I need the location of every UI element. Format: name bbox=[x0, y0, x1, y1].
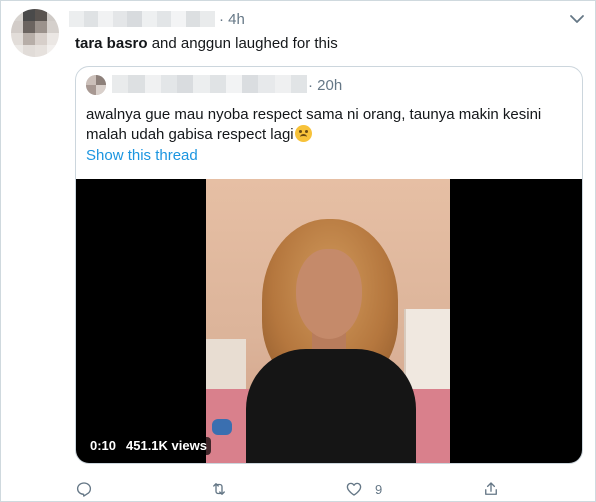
tweet-timestamp[interactable]: · 4h bbox=[219, 11, 245, 28]
video-frame bbox=[206, 179, 450, 463]
like-count: 9 bbox=[375, 481, 383, 497]
social-context-text: and anggun laughed for this bbox=[147, 35, 338, 52]
like-icon bbox=[346, 482, 362, 496]
retweet-button[interactable] bbox=[208, 479, 230, 499]
quoted-tweet-text: awalnya gue mau nyoba respect sama ni or… bbox=[86, 106, 542, 143]
reply-icon bbox=[76, 482, 92, 497]
retweet-icon bbox=[213, 483, 225, 495]
quoted-tweet[interactable]: · 20h awalnya gue mau nyoba respect sama… bbox=[75, 66, 583, 464]
author-name-redacted[interactable] bbox=[69, 11, 215, 27]
share-icon bbox=[485, 482, 497, 495]
show-thread-link[interactable]: Show this thread bbox=[86, 147, 198, 164]
social-context-user[interactable]: tara basro bbox=[75, 35, 148, 52]
social-context: tara basro and anggun laughed for this bbox=[75, 35, 338, 52]
tweet-card[interactable]: · 4h tara basro and anggun laughed for t… bbox=[0, 0, 596, 502]
avatar[interactable] bbox=[11, 9, 59, 57]
video-duration-badge: 0:10 bbox=[86, 437, 121, 455]
quoted-timestamp: · 20h bbox=[308, 77, 343, 94]
quoted-author-redacted bbox=[112, 75, 307, 93]
upside-down-face-emoji-icon bbox=[294, 125, 312, 142]
reply-button[interactable] bbox=[75, 479, 93, 499]
like-button[interactable]: 9 bbox=[345, 479, 382, 499]
quoted-avatar bbox=[86, 75, 106, 95]
video-player[interactable]: 0:10 451.1K views bbox=[76, 179, 582, 463]
chevron-down-icon[interactable] bbox=[567, 9, 587, 29]
share-button[interactable] bbox=[482, 479, 500, 499]
video-views-badge: 451.1K views bbox=[122, 437, 211, 455]
